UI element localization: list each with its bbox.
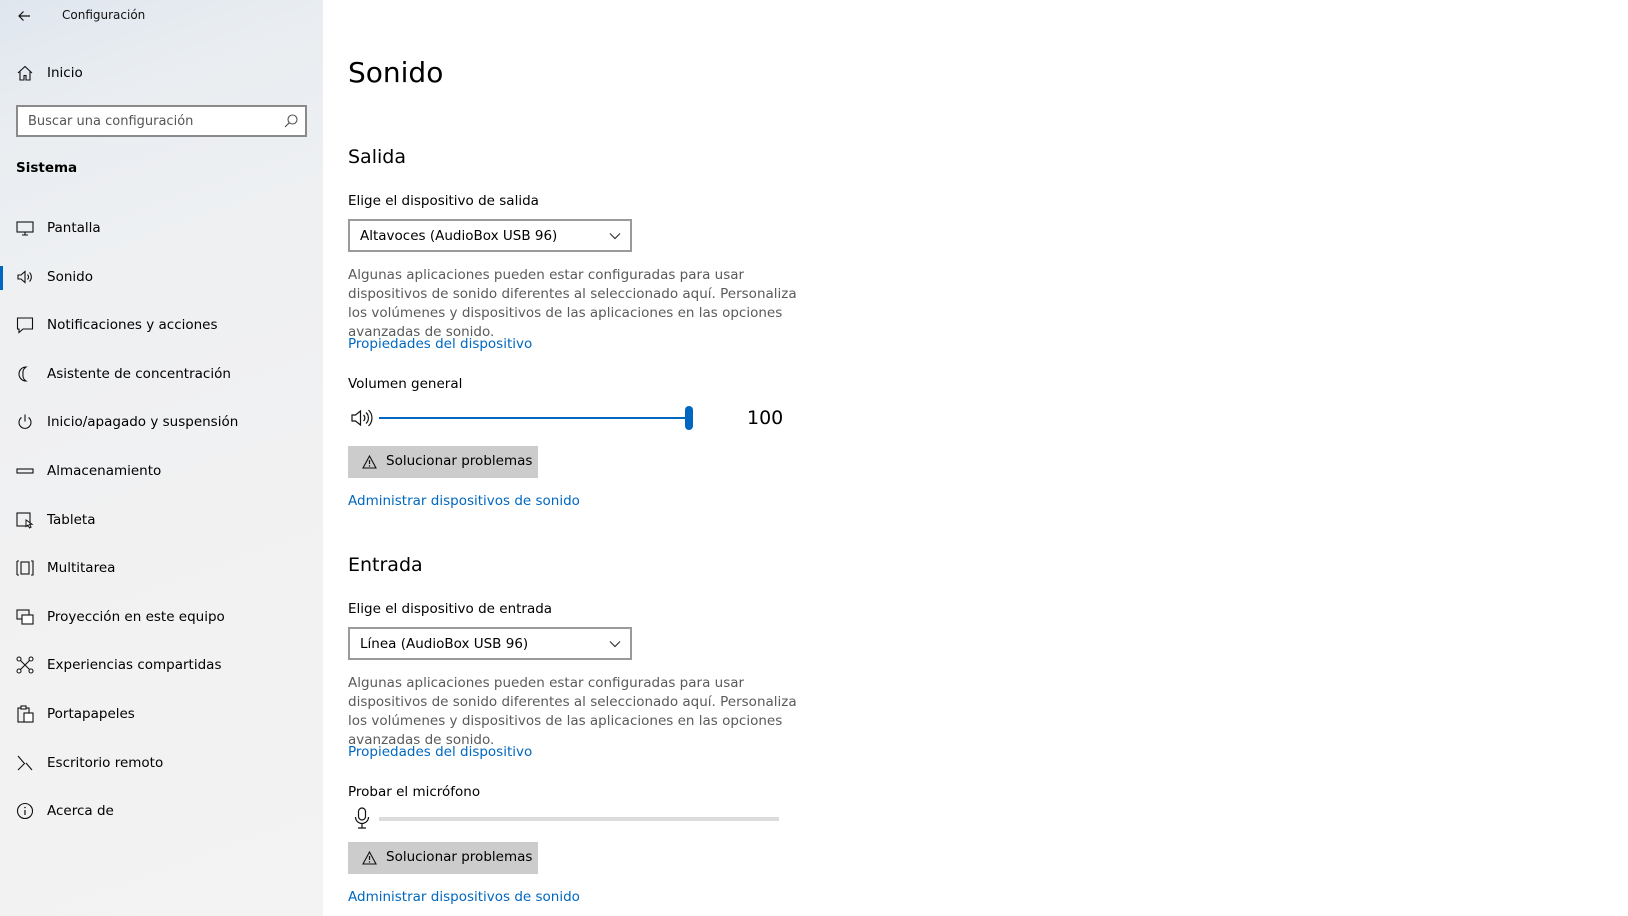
- multitask-icon: [16, 560, 34, 576]
- input-troubleshoot-label: Solucionar problemas: [386, 849, 533, 865]
- speaker-icon: [17, 269, 32, 284]
- sidebar-item-label: Sonido: [47, 268, 93, 285]
- sidebar-item-label: Experiencias compartidas: [47, 657, 222, 674]
- info-icon: [16, 803, 34, 820]
- speaker-volume-icon[interactable]: [350, 407, 374, 429]
- volume-slider-row: 100: [348, 403, 788, 433]
- sidebar-item-portapapeles[interactable]: Portapapeles: [0, 691, 323, 740]
- volume-slider-track[interactable]: [379, 406, 693, 430]
- input-troubleshoot-button[interactable]: Solucionar problemas: [348, 842, 538, 874]
- back-arrow-icon: [18, 11, 30, 21]
- sidebar-nav: Pantalla Sonido Notificaciones y accione…: [0, 205, 323, 837]
- moon-icon: [18, 366, 28, 382]
- volume-slider-thumb[interactable]: [685, 406, 693, 430]
- home-label: Inicio: [47, 65, 83, 81]
- remote-desktop-icon: [17, 755, 33, 770]
- sidebar-item-proyeccion[interactable]: Proyección en este equipo: [0, 594, 323, 643]
- section-heading: Sistema: [16, 160, 78, 176]
- sidebar-item-tableta[interactable]: Tableta: [0, 497, 323, 546]
- sidebar: Configuración Inicio Sistema Pantalla So…: [0, 0, 323, 916]
- sidebar-item-escritorio-remoto[interactable]: Escritorio remoto: [0, 740, 323, 789]
- app-title: Configuración: [62, 8, 146, 22]
- mic-level-row: [348, 803, 788, 833]
- search-input[interactable]: [28, 111, 278, 131]
- search-icon[interactable]: [283, 113, 299, 129]
- storage-icon: [16, 468, 34, 474]
- output-troubleshoot-label: Solucionar problemas: [386, 453, 533, 469]
- output-manage-devices-link[interactable]: Administrar dispositivos de sonido: [348, 493, 580, 509]
- sidebar-item-sonido[interactable]: Sonido: [0, 254, 323, 303]
- microphone-icon: [354, 807, 370, 829]
- projection-icon: [16, 609, 34, 625]
- sidebar-item-label: Tableta: [47, 511, 96, 528]
- sidebar-item-label: Multitarea: [47, 560, 116, 577]
- sidebar-item-asistente[interactable]: Asistente de concentración: [0, 351, 323, 400]
- mic-test-label: Probar el micrófono: [348, 784, 481, 800]
- warning-icon: [362, 455, 377, 469]
- sidebar-item-label: Asistente de concentración: [47, 365, 231, 382]
- sidebar-item-pantalla[interactable]: Pantalla: [0, 205, 323, 254]
- volume-value: 100: [747, 407, 784, 429]
- sidebar-item-label: Acerca de: [47, 803, 114, 820]
- output-heading: Salida: [348, 146, 406, 168]
- output-description: Algunas aplicaciones pueden estar config…: [348, 267, 797, 340]
- notification-icon: [16, 317, 34, 334]
- chevron-down-icon: [609, 233, 621, 240]
- warning-icon: [362, 851, 377, 865]
- sidebar-item-almacenamiento[interactable]: Almacenamiento: [0, 448, 323, 497]
- home-nav-item[interactable]: Inicio: [0, 58, 323, 90]
- input-heading: Entrada: [348, 554, 423, 576]
- output-device-value: Altavoces (AudioBox USB 96): [360, 228, 558, 244]
- title-bar: Configuración: [0, 0, 323, 32]
- page-title: Sonido: [348, 56, 444, 89]
- search-box[interactable]: [16, 105, 307, 137]
- tablet-icon: [16, 512, 34, 529]
- sidebar-item-label: Notificaciones y acciones: [47, 317, 218, 334]
- home-icon: [17, 65, 33, 81]
- sidebar-item-multitarea[interactable]: Multitarea: [0, 545, 323, 594]
- output-troubleshoot-button[interactable]: Solucionar problemas: [348, 446, 538, 478]
- input-device-label: Elige el dispositivo de entrada: [348, 601, 553, 617]
- mic-level-meter: [379, 817, 779, 821]
- sidebar-item-notificaciones[interactable]: Notificaciones y acciones: [0, 302, 323, 351]
- sidebar-item-label: Portapapeles: [47, 705, 135, 722]
- output-device-properties-link[interactable]: Propiedades del dispositivo: [348, 336, 532, 352]
- monitor-icon: [16, 221, 34, 236]
- input-manage-devices-link[interactable]: Administrar dispositivos de sonido: [348, 889, 580, 905]
- sidebar-item-label: Almacenamiento: [47, 462, 162, 479]
- sidebar-item-label: Proyección en este equipo: [47, 608, 225, 625]
- chevron-down-icon: [609, 641, 621, 648]
- back-button[interactable]: [12, 4, 36, 28]
- input-device-value: Línea (AudioBox USB 96): [360, 636, 529, 652]
- sidebar-item-experiencias[interactable]: Experiencias compartidas: [0, 642, 323, 691]
- sidebar-item-label: Escritorio remoto: [47, 754, 164, 771]
- clipboard-icon: [17, 705, 34, 723]
- shared-icon: [16, 656, 34, 674]
- volume-slider-fill: [379, 417, 689, 419]
- input-device-dropdown[interactable]: Línea (AudioBox USB 96): [348, 627, 632, 660]
- output-device-dropdown[interactable]: Altavoces (AudioBox USB 96): [348, 219, 632, 252]
- sidebar-item-label: Pantalla: [47, 220, 101, 236]
- sidebar-item-acerca-de[interactable]: Acerca de: [0, 788, 323, 837]
- volume-label: Volumen general: [348, 376, 463, 392]
- input-device-properties-link[interactable]: Propiedades del dispositivo: [348, 744, 532, 760]
- sidebar-item-label: Inicio/apagado y suspensión: [47, 414, 239, 431]
- output-device-label: Elige el dispositivo de salida: [348, 193, 539, 209]
- power-icon: [18, 414, 32, 430]
- input-description: Algunas aplicaciones pueden estar config…: [348, 675, 797, 748]
- settings-window: Configuración Inicio Sistema Pantalla So…: [0, 0, 1628, 916]
- sidebar-item-inicio-apagado[interactable]: Inicio/apagado y suspensión: [0, 399, 323, 448]
